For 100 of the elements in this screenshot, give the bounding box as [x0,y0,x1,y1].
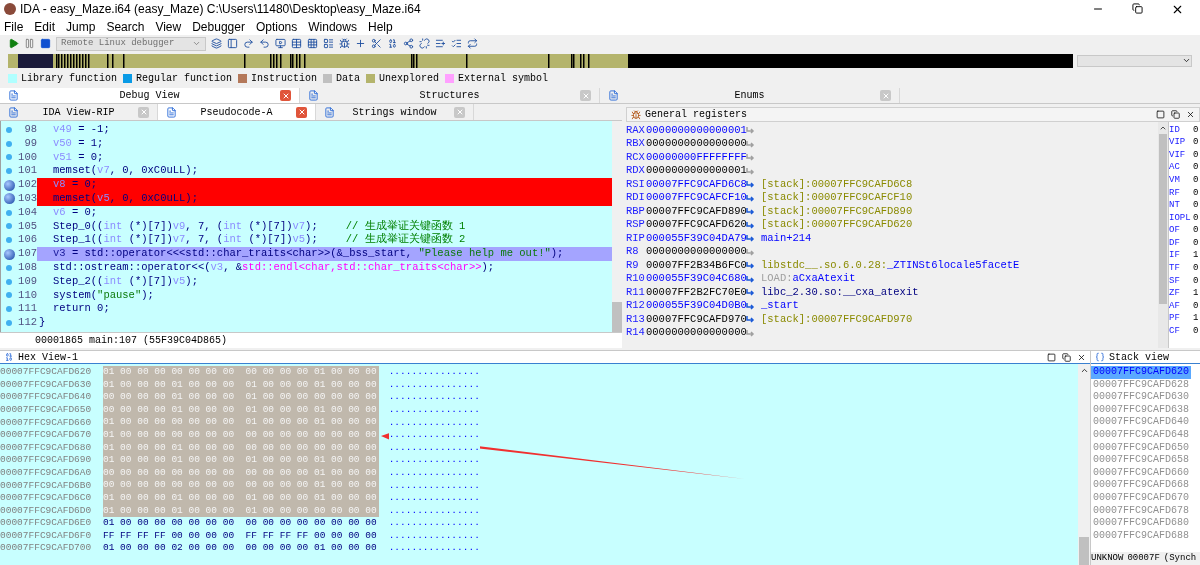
list-icon[interactable] [323,38,334,49]
layers-icon[interactable] [211,38,222,49]
arrow-icon[interactable] [746,301,755,311]
register-value: 00007FFC9CAFD970 [646,311,746,327]
monitor-icon[interactable] [275,38,286,49]
status-text: 00001865 main:107 (55F39C04D865) [35,334,228,348]
grid-icon[interactable] [307,38,318,49]
arrow-icon[interactable] [746,234,755,244]
arrow-icon[interactable] [746,274,755,284]
hex-address: 00007FFC9CAFD6B0 [0,478,93,493]
register-value: 00000000FFFFFFFF [646,149,746,165]
scrollbar-thumb[interactable] [1079,537,1089,565]
register-value: 0000000000000000 [646,325,746,341]
close-icon[interactable] [1186,110,1195,119]
chevron-down-icon [192,39,201,48]
flag-value: 0 [1193,211,1199,225]
arrow-icon[interactable] [746,261,755,271]
tab[interactable]: Debug View [0,88,300,103]
code-line: Step_2((int (*)[7])v5); [52,273,198,289]
hex-address: 00007FFC9CAFD6F0 [0,528,93,543]
breakpoint-icon[interactable] [3,179,15,191]
stop-icon[interactable] [40,38,51,49]
binary-icon[interactable] [387,38,398,49]
chevron-up-icon[interactable] [1079,366,1089,375]
repeat-icon[interactable] [467,38,478,49]
hex-bytes: 00 00 00 00 01 00 00 00 01 00 00 00 00 00 00 00 [103,391,379,404]
flag-name: CF [1169,325,1181,339]
legend-label: Data [336,71,361,86]
scissors-icon[interactable] [371,38,382,49]
redo-icon[interactable] [243,38,254,49]
register-value: 00007FFC9CAFD6C8 [646,176,746,192]
float-icon[interactable] [1062,352,1071,362]
status-text: (Synch [1163,551,1197,565]
unlink-icon[interactable] [419,38,430,49]
plus-icon[interactable] [355,38,366,49]
restore-icon[interactable] [1132,2,1143,14]
breakpoint-icon[interactable] [3,193,15,205]
menu-item[interactable]: Jump [66,17,96,36]
scrollbar-thumb[interactable] [612,302,622,332]
code-line: Step_0((int (*)[7])v9, 7, (int (*)[7])v7); // 生成举证关键函数 1 [52,218,466,233]
scrollbar-thumb[interactable] [1159,134,1167,304]
tab[interactable]: Pseudocode-A [158,104,316,120]
play-icon[interactable] [8,38,19,49]
register-target[interactable]: libstdc__.so.6.0.28:_ZTINSt6locale5facetE [761,257,1020,274]
arrow-icon[interactable] [746,315,755,325]
menu-item[interactable]: Debugger [192,17,245,36]
flag-value: 0 [1193,148,1199,162]
list-checks-icon[interactable] [451,38,462,49]
close-icon[interactable] [1077,352,1086,362]
table-icon[interactable] [291,38,302,49]
flag-value: 0 [1193,262,1199,276]
hex-ascii: ................ [388,428,480,443]
menu-item[interactable]: File [4,17,24,36]
bug-icon[interactable] [339,38,350,49]
register-value: 000055F39C04DA79 [646,230,746,246]
legend-label: Unexplored [379,71,440,86]
arrow-icon[interactable] [746,288,755,298]
code-line: v6 = 0; [52,204,98,220]
menu-item[interactable]: Windows [308,17,357,36]
panel-icon[interactable] [227,38,238,49]
code-line: } [38,315,46,331]
menu-item[interactable]: View [155,17,182,36]
menu-item[interactable]: Help [367,17,393,36]
legend-label: Instruction [251,71,318,86]
chevron-up-icon[interactable] [1159,124,1167,132]
register-name: RSP [626,217,646,233]
flag-value: 0 [1193,236,1199,250]
menu-item[interactable]: Options [255,17,298,36]
arrow-icon[interactable] [746,180,755,190]
hex-address: 00007FFC9CAFD700 [0,541,93,556]
bug-icon [631,109,641,120]
document-icon [8,90,19,101]
menu-item[interactable]: Edit [34,17,56,36]
flag-name: AF [1169,299,1181,313]
line-number: 107 [17,247,37,261]
share-icon[interactable] [403,38,414,49]
code-line: v50 = 1; [52,135,104,151]
scrollbar[interactable] [612,121,622,332]
arrow-icon[interactable] [746,193,755,203]
maximize-icon[interactable] [1156,110,1165,119]
scrollbar[interactable] [1158,122,1168,348]
flag-name: ZF [1169,287,1181,301]
flag-value: 0 [1193,199,1199,213]
code-line: Step_1((int (*)[7])v7, 7, (int (*)[7])v5); // 生成举证关键函数 2 [52,232,466,248]
flag-value: 1 [1193,312,1199,326]
flag-name: VM [1169,173,1181,187]
menu-item[interactable]: Search [106,17,145,36]
register-value: 0000000000000001 [646,122,746,138]
pause-icon[interactable] [24,38,35,49]
float-icon[interactable] [1171,110,1180,119]
undo-icon[interactable] [259,38,270,49]
register-name: RCX [626,149,646,165]
hex-address: 00007FFC9CAFD630 [0,377,93,392]
breakpoint-icon[interactable] [3,248,15,260]
arrow-icon[interactable] [746,207,755,217]
arrow-icon[interactable] [746,220,755,230]
maximize-icon[interactable] [1047,352,1056,362]
scrollbar[interactable] [1078,364,1090,565]
document-icon [8,106,19,118]
list-plus-icon[interactable] [435,38,446,49]
